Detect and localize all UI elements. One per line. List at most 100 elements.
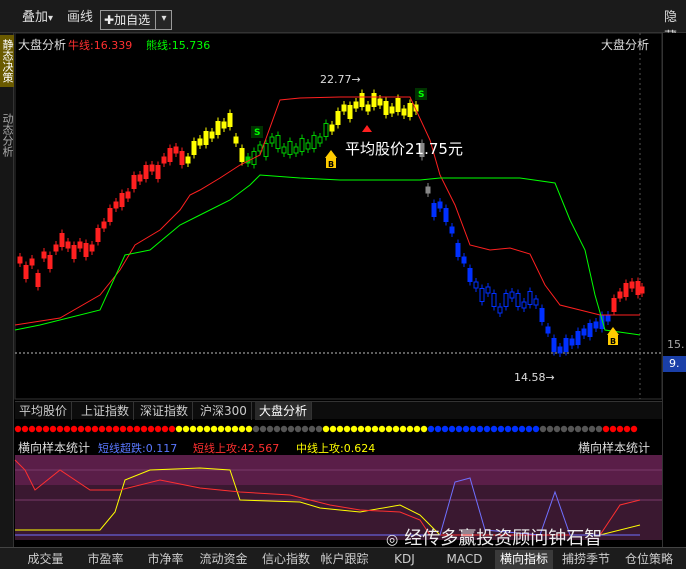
signal-dot [301,425,309,433]
signal-dot [427,425,435,433]
btab-horizontal[interactable]: 横向指标 [495,550,553,569]
btab-account[interactable]: 帐户跟踪 [317,550,372,569]
candle-body [131,175,137,189]
candle-body [71,245,77,259]
candle-body [569,338,575,346]
signal-dot [378,425,386,433]
candle-body [95,228,101,242]
candle-body [473,281,479,289]
candle-body [281,146,287,154]
signal-dot [609,425,617,433]
btab-fishing-season[interactable]: 捕捞季节 [557,550,615,569]
candle-body [371,93,377,107]
btab-kdj[interactable]: KDJ [377,550,432,569]
signal-dot [168,425,176,433]
signal-dot [308,425,316,433]
candle-body [233,136,239,144]
btab-macd[interactable]: MACD [437,550,492,569]
signal-dot [140,425,148,433]
signal-dot [84,425,92,433]
panel-title-right: 大盘分析 [601,38,650,52]
candle-body [389,106,395,114]
candle-body [461,256,467,264]
candle-body [443,208,449,222]
signal-dot [532,425,540,433]
tab-shanghai-index[interactable]: 上证指数 [77,402,135,420]
panel-title: 大盘分析 [18,38,67,52]
signal-dot [357,425,365,433]
short-oversold-label: 短线超跌:0.117 [98,440,177,456]
tab-hs300[interactable]: 沪深300 [196,402,252,420]
signal-dot [133,425,141,433]
signal-dot [448,425,456,433]
sell-signal-icon: S [254,128,261,138]
candle-body [545,326,551,334]
candle-body [191,141,197,155]
candle-body [521,301,527,309]
signal-dot [98,425,106,433]
candle-body [485,286,491,294]
candle-body [497,306,503,314]
candle-body [395,98,401,112]
signal-dot [210,425,218,433]
candle-body [359,93,365,107]
signal-dot [21,425,29,433]
btab-pe[interactable]: 市盈率 [78,550,133,569]
signal-dot [189,425,197,433]
signal-dot [630,425,638,433]
candle-body [629,281,635,289]
watermark-text: 经传多赢投资顾问钟石智 [404,528,603,549]
candle-body [431,203,437,217]
signal-dot [35,425,43,433]
candle-body [161,156,167,164]
candle-body [455,243,461,257]
candle-body [53,244,59,252]
btab-position[interactable]: 仓位策略 [618,550,680,569]
signal-dot [497,425,505,433]
candle-body [83,243,89,257]
signal-dot [287,425,295,433]
mid-attack-label: 中线上攻:0.624 [296,440,375,456]
candle-body [503,293,509,307]
signal-dot [511,425,519,433]
candle-body [575,331,581,345]
btab-pb[interactable]: 市净率 [138,550,193,569]
signal-dot [469,425,477,433]
candle-body [59,233,65,247]
candle-body [587,323,593,337]
tab-shenzhen-index[interactable]: 深证指数 [136,402,194,420]
candle-body [209,131,215,139]
signal-dot [385,425,393,433]
index-tab-row: 平均股价 上证指数 深证指数 沪深300 大盘分析 [15,401,662,420]
signal-dot [147,425,155,433]
candle-body [329,124,335,132]
short-oversold-text: 短线超跌: [98,442,146,455]
signal-dot [294,425,302,433]
candle-body [557,346,563,354]
bull-line-label: 牛线:16.339 [68,37,132,53]
btab-confidence[interactable]: 信心指数 [256,550,316,569]
signal-dot [602,425,610,433]
signal-dot [336,425,344,433]
signal-dot [623,425,631,433]
candle-body [407,103,413,117]
btab-volume[interactable]: 成交量 [18,550,73,569]
signal-dot [91,425,99,433]
signal-dot [553,425,561,433]
candle-body [639,286,645,294]
candle-body [623,283,629,297]
candle-body [77,241,83,249]
sell-signal-icon-2: S [418,90,425,100]
signal-dot [49,425,57,433]
candle-body [617,291,623,299]
btab-liquidity[interactable]: 流动资金 [196,550,251,569]
candle-body [539,308,545,322]
candle-body [305,142,311,150]
signal-dot [28,425,36,433]
signal-dot [56,425,64,433]
tab-average-price[interactable]: 平均股价 [15,402,73,420]
tab-market-analysis[interactable]: 大盘分析 [255,402,313,420]
candle-body [467,268,473,282]
signal-dot [567,425,575,433]
candle-body [341,104,347,112]
